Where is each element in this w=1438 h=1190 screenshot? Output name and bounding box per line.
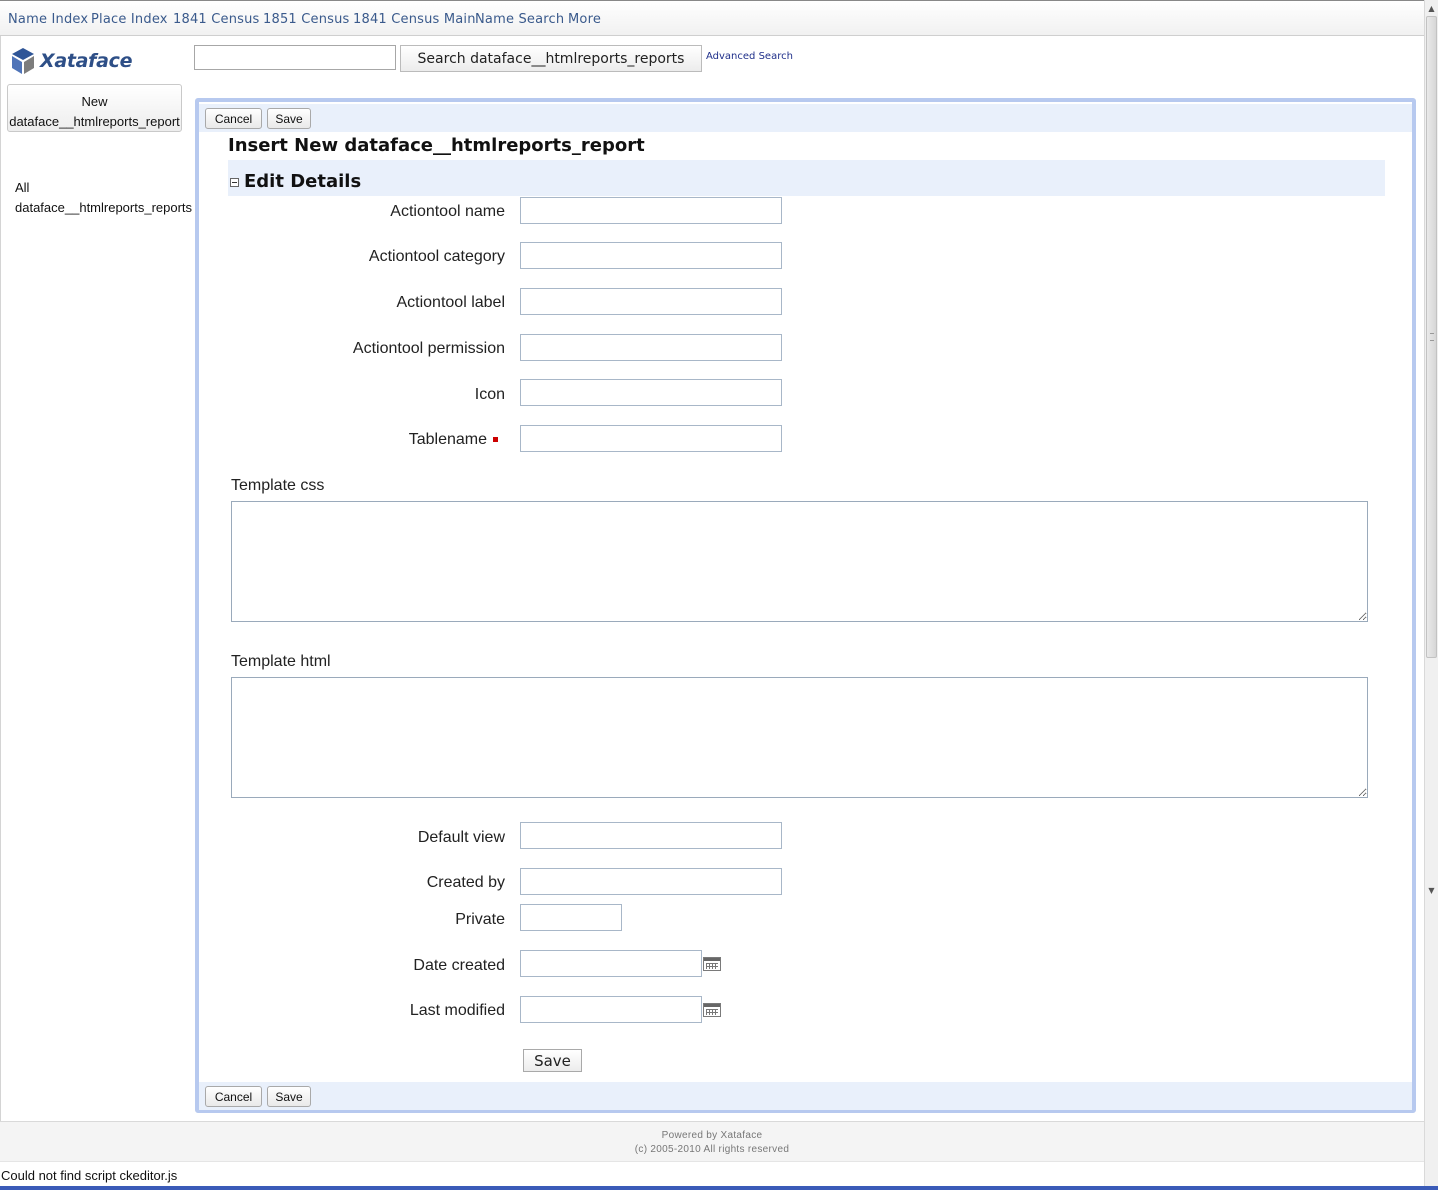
template-css-textarea[interactable]: [231, 501, 1368, 622]
all-records-link-line1: All: [15, 180, 30, 195]
required-indicator-icon: [493, 437, 498, 443]
label-tablename-text: Tablename: [408, 431, 487, 448]
nav-item-name-index[interactable]: Name Index: [8, 12, 88, 27]
scroll-up-arrow-icon[interactable]: ▲: [1425, 2, 1438, 16]
save-button-form[interactable]: Save: [523, 1049, 582, 1072]
status-bar-border: [0, 1186, 1438, 1190]
logo-text: Xataface: [40, 50, 133, 72]
actiontool-label-field[interactable]: [520, 288, 782, 315]
actiontool-name-field[interactable]: [520, 197, 782, 224]
logo[interactable]: Xataface: [10, 46, 133, 76]
new-record-button-line1: New: [81, 94, 108, 109]
footer-powered-by: Powered by Xataface: [661, 1130, 763, 1141]
calendar-icon[interactable]: [703, 1003, 721, 1017]
nav-item-name-search[interactable]: Name Search: [475, 12, 564, 27]
top-nav-bar: Name Index Place Index 1841 Census 1851 …: [0, 0, 1424, 36]
all-records-link[interactable]: All dataface__htmlreports_reports: [15, 178, 192, 218]
label-default-view: Default view: [417, 829, 505, 846]
nav-item-1841-census-main[interactable]: 1841 Census Main: [353, 12, 476, 27]
top-toolbar: Cancel Save: [199, 104, 1412, 132]
cancel-button-top[interactable]: Cancel: [205, 108, 262, 129]
label-template-html: Template html: [231, 653, 331, 670]
calendar-icon[interactable]: [703, 957, 721, 971]
label-template-css: Template css: [231, 477, 325, 494]
save-button-top[interactable]: Save: [267, 108, 311, 129]
private-field[interactable]: [520, 904, 622, 931]
vertical-scrollbar[interactable]: ▲ ▼: [1424, 0, 1438, 1186]
scroll-down-arrow-icon[interactable]: ▼: [1425, 884, 1438, 898]
label-actiontool-permission: Actiontool permission: [352, 340, 505, 357]
actiontool-permission-field[interactable]: [520, 334, 782, 361]
bottom-toolbar: Cancel Save: [199, 1082, 1412, 1110]
collapse-icon[interactable]: [230, 178, 239, 187]
template-html-textarea[interactable]: [231, 677, 1368, 798]
nav-item-1841-census[interactable]: 1841 Census: [173, 12, 260, 27]
label-date-created: Date created: [413, 957, 505, 974]
scrollbar-thumb[interactable]: [1426, 16, 1437, 658]
xataface-logo-icon: [12, 48, 34, 74]
label-actiontool-category: Actiontool category: [368, 248, 505, 265]
date-created-field[interactable]: [520, 950, 702, 977]
label-tablename: Tablename: [409, 431, 498, 449]
label-icon: Icon: [474, 386, 505, 403]
label-private: Private: [455, 911, 505, 928]
search-input[interactable]: [194, 45, 396, 70]
advanced-search-link[interactable]: Advanced Search: [706, 51, 793, 62]
footer-copyright: (c) 2005-2010 All rights reserved: [634, 1144, 790, 1155]
cancel-button-bottom[interactable]: Cancel: [205, 1086, 262, 1107]
last-modified-field[interactable]: [520, 996, 702, 1023]
tablename-field[interactable]: [520, 425, 782, 452]
default-view-field[interactable]: [520, 822, 782, 849]
form-title: Insert New dataface__htmlreports_report: [228, 135, 645, 156]
label-created-by: Created by: [426, 874, 505, 891]
search-button[interactable]: Search dataface__htmlreports_reports: [400, 45, 702, 72]
label-last-modified: Last modified: [409, 1002, 505, 1019]
insert-form-panel: Cancel Save Insert New dataface__htmlrep…: [195, 98, 1416, 1113]
actiontool-category-field[interactable]: [520, 242, 782, 269]
nav-item-1851-census[interactable]: 1851 Census: [263, 12, 350, 27]
footer: Powered by Xataface (c) 2005-2010 All ri…: [0, 1121, 1424, 1161]
label-actiontool-label: Actiontool label: [396, 294, 505, 311]
nav-item-more[interactable]: More: [568, 12, 601, 27]
new-record-button-line2: dataface__htmlreports_report: [9, 114, 180, 129]
all-records-link-line2: dataface__htmlreports_reports: [15, 200, 193, 215]
created-by-field[interactable]: [520, 868, 782, 895]
new-record-button[interactable]: New dataface__htmlreports_report: [7, 84, 182, 132]
save-button-bottom[interactable]: Save: [267, 1086, 311, 1107]
section-title: Edit Details: [244, 171, 362, 192]
nav-item-place-index[interactable]: Place Index: [91, 12, 168, 27]
section-header-edit-details[interactable]: Edit Details: [228, 160, 1385, 196]
status-text: Could not find script ckeditor.js: [1, 1168, 178, 1183]
icon-field[interactable]: [520, 379, 782, 406]
label-actiontool-name: Actiontool name: [390, 203, 505, 220]
